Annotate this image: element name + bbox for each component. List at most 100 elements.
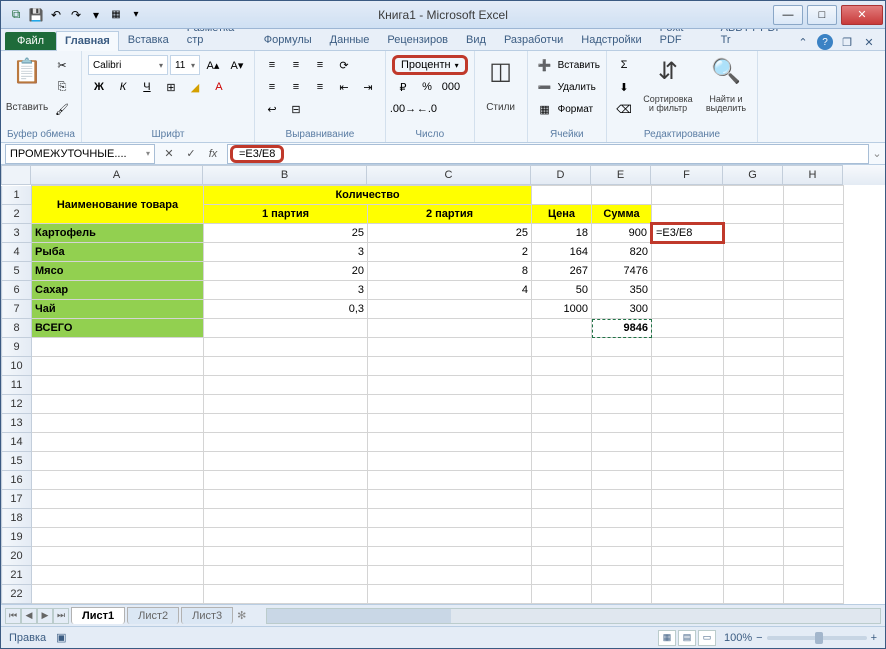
cell[interactable] [204, 319, 368, 338]
align-bottom-icon[interactable]: ≡ [309, 55, 331, 75]
view-normal-icon[interactable]: ▦ [658, 630, 676, 646]
align-top-icon[interactable]: ≡ [261, 55, 283, 75]
cell[interactable] [32, 547, 204, 566]
doc-close-icon[interactable]: ✕ [861, 34, 877, 50]
cell[interactable] [204, 585, 368, 604]
cell[interactable] [592, 585, 652, 604]
cut-icon[interactable]: ✂ [51, 55, 73, 75]
cell[interactable] [592, 357, 652, 376]
column-header[interactable]: F [651, 165, 723, 185]
cell[interactable] [784, 319, 844, 338]
row-header[interactable]: 5 [2, 262, 32, 281]
doc-restore-icon[interactable]: ❐ [839, 34, 855, 50]
fill-color-icon[interactable]: ◢ [184, 77, 206, 97]
row-header[interactable]: 7 [2, 300, 32, 319]
cell[interactable]: 1000 [532, 300, 592, 319]
tab-last-icon[interactable]: ⏭ [53, 608, 69, 624]
cell[interactable] [532, 319, 592, 338]
cell[interactable] [368, 338, 532, 357]
cell[interactable] [32, 433, 204, 452]
cell[interactable] [652, 490, 724, 509]
autosum-icon[interactable]: Σ [613, 55, 635, 75]
tab-insert[interactable]: Вставка [119, 30, 178, 50]
row-header[interactable]: 9 [2, 338, 32, 357]
cell[interactable] [368, 376, 532, 395]
border-icon[interactable]: ⊞ [160, 77, 182, 97]
row-header[interactable]: 14 [2, 433, 32, 452]
cell[interactable] [652, 433, 724, 452]
row-header[interactable]: 15 [2, 452, 32, 471]
copy-icon[interactable]: ⎘ [51, 77, 73, 97]
cell[interactable]: 820 [592, 243, 652, 262]
cell[interactable] [32, 585, 204, 604]
sheet-tab-1[interactable]: Лист1 [71, 607, 125, 624]
undo-icon[interactable]: ↶ [47, 6, 65, 24]
cell[interactable]: Сумма [592, 205, 652, 224]
italic-icon[interactable]: К [112, 77, 134, 97]
cell[interactable]: 25 [204, 224, 368, 243]
column-header[interactable]: G [723, 165, 783, 185]
cell[interactable] [784, 566, 844, 585]
qat-extra2-icon[interactable]: ▾ [127, 6, 145, 24]
cell[interactable] [724, 490, 784, 509]
column-header[interactable]: E [591, 165, 651, 185]
row-header[interactable]: 13 [2, 414, 32, 433]
clear-icon[interactable]: ⌫ [613, 99, 635, 119]
minimize-ribbon-icon[interactable]: ⌃ [795, 34, 811, 50]
cell[interactable] [784, 262, 844, 281]
cell[interactable] [784, 452, 844, 471]
cell[interactable] [784, 547, 844, 566]
select-all-corner[interactable] [1, 165, 31, 185]
row-header[interactable]: 17 [2, 490, 32, 509]
cell[interactable] [532, 414, 592, 433]
cell[interactable] [32, 471, 204, 490]
editing-cell[interactable]: =E3/E8 [652, 224, 724, 243]
cell[interactable] [368, 471, 532, 490]
column-header[interactable]: A [31, 165, 203, 185]
cell[interactable] [724, 376, 784, 395]
font-name-select[interactable]: Calibri [88, 55, 168, 75]
cell[interactable] [652, 281, 724, 300]
tab-data[interactable]: Данные [321, 30, 379, 50]
cell[interactable] [724, 566, 784, 585]
cell[interactable] [204, 471, 368, 490]
cell[interactable] [652, 243, 724, 262]
cell[interactable] [784, 357, 844, 376]
row-header[interactable]: 1 [2, 186, 32, 205]
save-icon[interactable]: 💾 [27, 6, 45, 24]
row-header[interactable]: 8 [2, 319, 32, 338]
cell[interactable]: 8 [368, 262, 532, 281]
cell[interactable] [784, 300, 844, 319]
cell[interactable] [592, 547, 652, 566]
cell[interactable] [204, 547, 368, 566]
font-color-icon[interactable]: A [208, 77, 230, 97]
cell[interactable] [368, 395, 532, 414]
cell[interactable] [532, 395, 592, 414]
cell[interactable] [652, 509, 724, 528]
close-button[interactable]: ✕ [841, 5, 883, 25]
cell[interactable] [652, 585, 724, 604]
cell[interactable] [592, 528, 652, 547]
cell[interactable] [592, 376, 652, 395]
cell[interactable] [368, 414, 532, 433]
cell[interactable]: Наименование товара [32, 186, 204, 224]
cell[interactable]: 267 [532, 262, 592, 281]
cell[interactable] [368, 490, 532, 509]
fill-icon[interactable]: ⬇ [613, 77, 635, 97]
fx-icon[interactable]: fx [203, 144, 223, 164]
align-right-icon[interactable]: ≡ [309, 77, 331, 97]
cell[interactable] [592, 414, 652, 433]
cell[interactable] [652, 376, 724, 395]
help-icon[interactable]: ? [817, 34, 833, 50]
cell[interactable] [784, 186, 844, 205]
cell[interactable] [784, 205, 844, 224]
column-header[interactable]: D [531, 165, 591, 185]
delete-label[interactable]: Удалить [558, 82, 596, 93]
cell[interactable]: 2 [368, 243, 532, 262]
cell[interactable] [592, 509, 652, 528]
row-header[interactable]: 3 [2, 224, 32, 243]
cell[interactable]: Цена [532, 205, 592, 224]
underline-icon[interactable]: Ч [136, 77, 158, 97]
cell[interactable] [532, 338, 592, 357]
tab-view[interactable]: Вид [457, 30, 495, 50]
